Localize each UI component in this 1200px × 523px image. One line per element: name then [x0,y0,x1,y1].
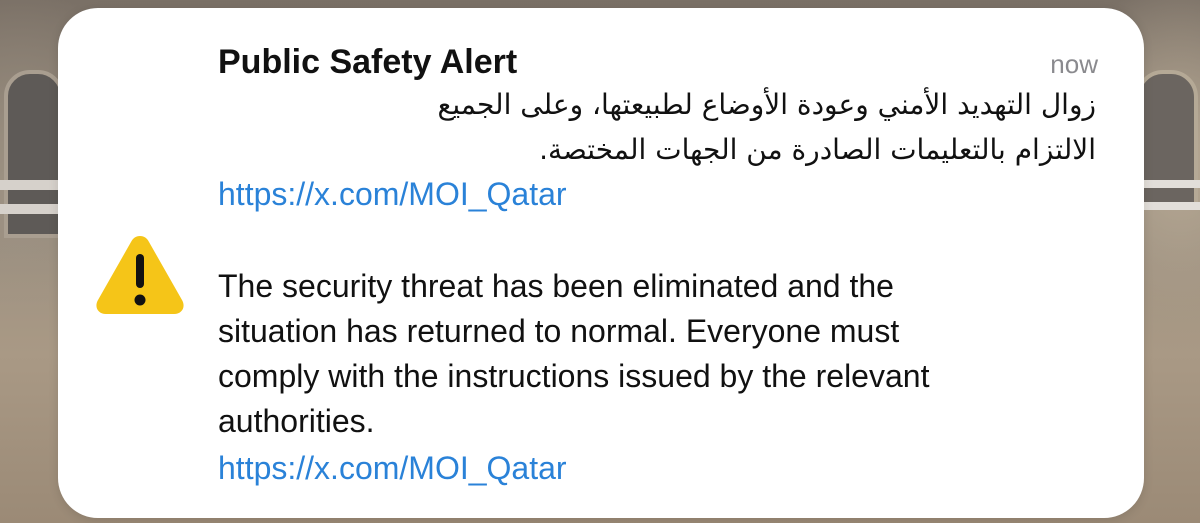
wallpaper-rail-right [1140,180,1200,188]
public-safety-alert-notification[interactable]: Public Safety Alert now زوال التهديد الأ… [58,8,1144,518]
moi-qatar-link-english[interactable]: https://x.com/MOI_Qatar [218,448,567,488]
wallpaper-rail-left [0,180,60,190]
english-message-line: situation has returned to normal. Everyo… [218,313,900,349]
english-message-line: comply with the instructions issued by t… [218,358,930,394]
alert-title: Public Safety Alert [218,43,518,81]
wallpaper-arch-left [4,70,64,238]
english-message-line: The security threat has been eliminated … [218,268,894,304]
arabic-message-line: الالتزام بالتعليمات الصادرة من الجهات ال… [539,133,1096,166]
warning-triangle-icon [92,230,188,316]
alert-timestamp: now [1050,49,1098,79]
arabic-message-line: زوال التهديد الأمني وعودة الأوضاع لطبيعت… [437,88,1096,121]
moi-qatar-link-arabic[interactable]: https://x.com/MOI_Qatar [218,174,567,214]
english-message-line: authorities. [218,403,375,439]
